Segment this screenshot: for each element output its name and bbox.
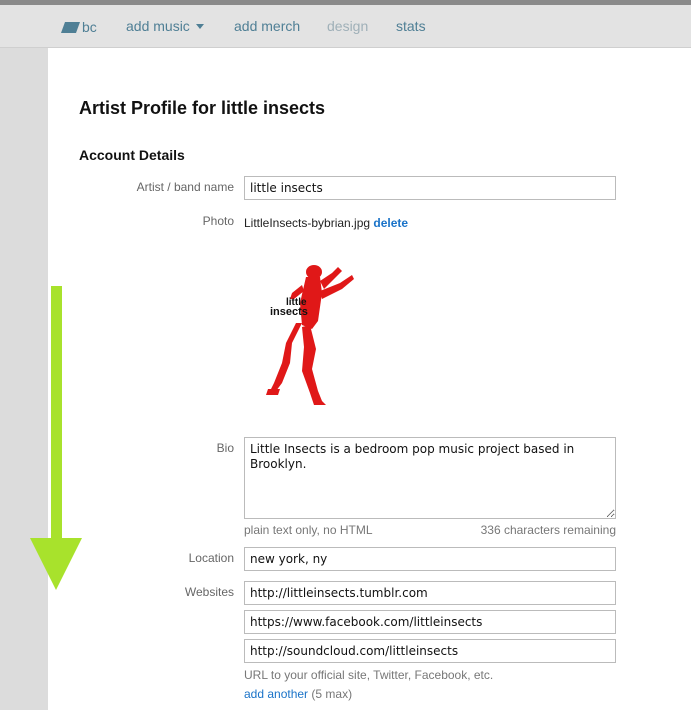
websites-hint: URL to your official site, Twitter, Face… [244,668,494,682]
section-title: Account Details [79,147,185,163]
website-input-2[interactable] [244,610,616,634]
nav-design: design [327,18,369,34]
website-input-1[interactable] [244,581,616,605]
artist-photo: little insects [266,265,354,405]
website-input-3[interactable] [244,639,616,663]
artist-name-label: Artist / band name [136,180,234,194]
bio-remaining: 336 characters remaining [480,523,616,537]
nav-add-merch[interactable]: add merch [234,18,300,34]
artist-name-input[interactable] [244,176,616,200]
bio-hint: plain text only, no HTML [244,523,373,537]
bio-textarea[interactable]: Little Insects is a bedroom pop music pr… [244,437,616,519]
photo-delete-link[interactable]: delete [373,216,408,230]
add-another-link[interactable]: add another [244,687,308,701]
nav-add-music-label: add music [126,18,190,34]
photo-caption-line2: insects [270,306,308,318]
arrow-down-icon [30,286,82,590]
page-title: Artist Profile for little insects [79,98,326,118]
caret-down-icon [195,23,204,29]
add-another-row: add another (5 max) [244,687,352,701]
photo-row: LittleInsects-bybrian.jpg delete [244,216,408,230]
add-another-max: (5 max) [311,687,353,701]
location-label: Location [188,551,234,565]
nav-stats[interactable]: stats [396,18,426,34]
nav-add-music[interactable]: add music [126,18,204,34]
photo-label: Photo [202,214,234,228]
bandcamp-logo-icon [60,21,81,33]
logo-text: bc [82,19,97,35]
location-input[interactable] [244,547,616,571]
nav-bar: bc add music add merch design stats [0,5,691,48]
logo[interactable]: bc [60,19,97,35]
websites-label: Websites [184,585,234,599]
photo-filename: LittleInsects-bybrian.jpg [244,216,371,230]
bio-label: Bio [216,441,234,455]
